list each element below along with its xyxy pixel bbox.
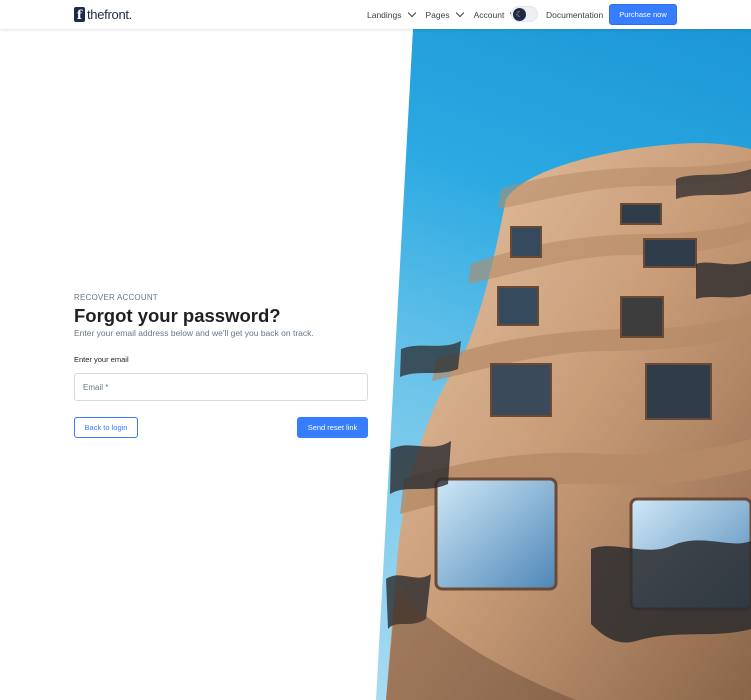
nav-item-label: Landings <box>367 9 402 20</box>
nav-item-label: Pages <box>425 9 450 20</box>
send-reset-link-button[interactable]: Send reset link <box>297 417 368 438</box>
purchase-button[interactable]: Purchase now <box>609 4 677 25</box>
back-to-login-button[interactable]: Back to login <box>74 417 138 438</box>
nav-menu: Landings Pages Account <box>367 0 528 29</box>
documentation-link[interactable]: Documentation <box>546 10 603 20</box>
logo-text: thefront. <box>87 7 132 22</box>
top-navbar: f thefront. Landings Pages Account ☾ Doc… <box>0 0 751 29</box>
chevron-down-icon <box>407 8 416 18</box>
moon-icon: ☾ <box>513 8 526 21</box>
email-label: Enter your email <box>74 355 129 364</box>
theme-toggle[interactable]: ☾ <box>511 6 538 22</box>
email-field[interactable] <box>74 373 368 401</box>
nav-item-landings[interactable]: Landings <box>367 8 416 20</box>
brand-logo[interactable]: f thefront. <box>74 7 132 22</box>
building-photo <box>376 29 751 700</box>
form-eyebrow: RECOVER ACCOUNT <box>74 293 158 302</box>
logo-icon: f <box>74 7 85 22</box>
page-subtitle: Enter your email address below and we'll… <box>74 328 314 338</box>
chevron-down-icon <box>455 8 464 18</box>
nav-item-pages[interactable]: Pages <box>425 8 464 20</box>
nav-item-label: Account <box>473 9 505 20</box>
page-title: Forgot your password? <box>74 305 281 326</box>
